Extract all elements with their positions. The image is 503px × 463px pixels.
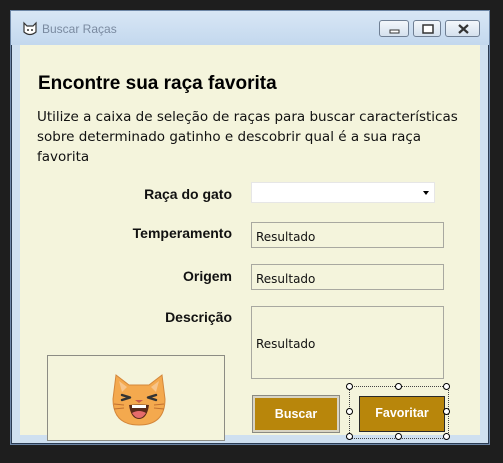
- laughing-cat-face-icon: [112, 374, 166, 426]
- resize-handle[interactable]: [443, 408, 450, 415]
- page-description: Utilize a caixa de seleção de raças para…: [37, 109, 458, 165]
- cat-image-box: [47, 355, 225, 441]
- selection-frame: [346, 383, 450, 440]
- close-icon: [458, 24, 469, 34]
- chevron-down-icon[interactable]: [423, 191, 429, 195]
- resize-handle[interactable]: [443, 433, 450, 440]
- breed-select[interactable]: [251, 182, 435, 203]
- minimize-button[interactable]: [379, 20, 409, 37]
- window-title: Buscar Raças: [42, 22, 117, 36]
- resize-handle[interactable]: [395, 433, 402, 440]
- breed-label: Raça do gato: [144, 186, 232, 202]
- maximize-button[interactable]: [413, 20, 441, 37]
- resize-handle[interactable]: [346, 383, 353, 390]
- form-client-area: Encontre sua raça favorita Utilize a cai…: [20, 45, 480, 441]
- maximize-icon: [422, 24, 434, 34]
- description-field: Resultado: [251, 306, 444, 379]
- title-bar[interactable]: Buscar Raças: [11, 11, 489, 45]
- resize-handle[interactable]: [346, 433, 353, 440]
- temperament-label: Temperamento: [132, 225, 232, 241]
- page-title: Encontre sua raça favorita: [38, 73, 277, 94]
- description-value: Resultado: [256, 337, 316, 351]
- app-window: Buscar Raças Encontre sua raça favorita …: [10, 10, 490, 445]
- resize-handle[interactable]: [395, 383, 402, 390]
- origin-label: Origem: [182, 268, 232, 284]
- origin-field: Resultado: [251, 264, 444, 290]
- cat-head-icon: [23, 21, 37, 36]
- temperament-value: Resultado: [256, 230, 316, 244]
- origin-value: Resultado: [256, 272, 316, 286]
- minimize-icon: [389, 29, 400, 34]
- description-label: Descrição: [165, 309, 232, 325]
- temperament-field: Resultado: [251, 222, 444, 248]
- resize-handle[interactable]: [443, 383, 450, 390]
- search-button[interactable]: Buscar: [252, 395, 340, 433]
- close-button[interactable]: [445, 20, 480, 37]
- resize-handle[interactable]: [346, 408, 353, 415]
